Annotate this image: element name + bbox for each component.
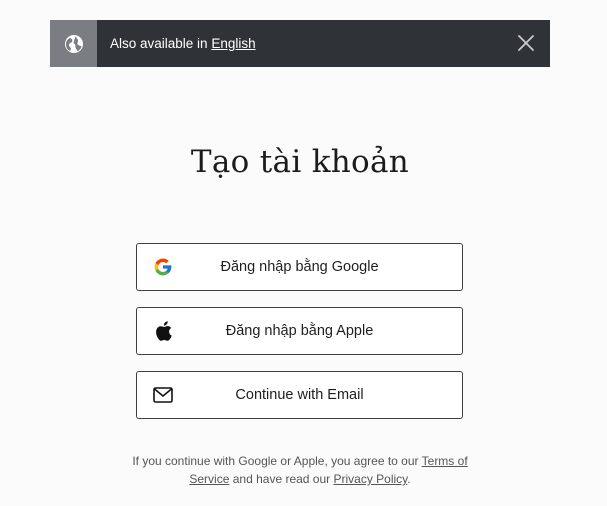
page-title: Tạo tài khoản: [190, 144, 410, 180]
google-signin-button[interactable]: Đăng nhập bằng Google: [136, 243, 463, 291]
google-signin-label: Đăng nhập bằng Google: [220, 259, 379, 275]
apple-signin-button[interactable]: Đăng nhập bằng Apple: [136, 307, 463, 355]
banner-message: Also available in English: [110, 36, 256, 51]
legal-text-1: If you continue with Google or Apple, yo…: [132, 454, 419, 468]
close-icon[interactable]: [516, 33, 536, 53]
apple-signin-label: Đăng nhập bằng Apple: [225, 323, 374, 339]
legal-text-2: and have read our: [232, 472, 331, 486]
english-language-link[interactable]: English: [211, 36, 255, 51]
privacy-policy-link[interactable]: Privacy Policy: [333, 472, 407, 486]
globe-icon: [50, 20, 97, 67]
google-icon: [153, 257, 173, 277]
email-signin-button[interactable]: Continue with Email: [136, 371, 463, 419]
legal-text-3: .: [407, 472, 411, 486]
banner-prefix: Also available in: [110, 36, 208, 51]
legal-notice: If you continue with Google or Apple, yo…: [130, 452, 470, 488]
signup-page: Also available in English Tạo tài khoản …: [0, 0, 607, 506]
envelope-icon: [153, 385, 173, 405]
email-signin-label: Continue with Email: [235, 387, 364, 403]
language-banner: Also available in English: [50, 20, 550, 67]
apple-icon: [153, 321, 173, 341]
